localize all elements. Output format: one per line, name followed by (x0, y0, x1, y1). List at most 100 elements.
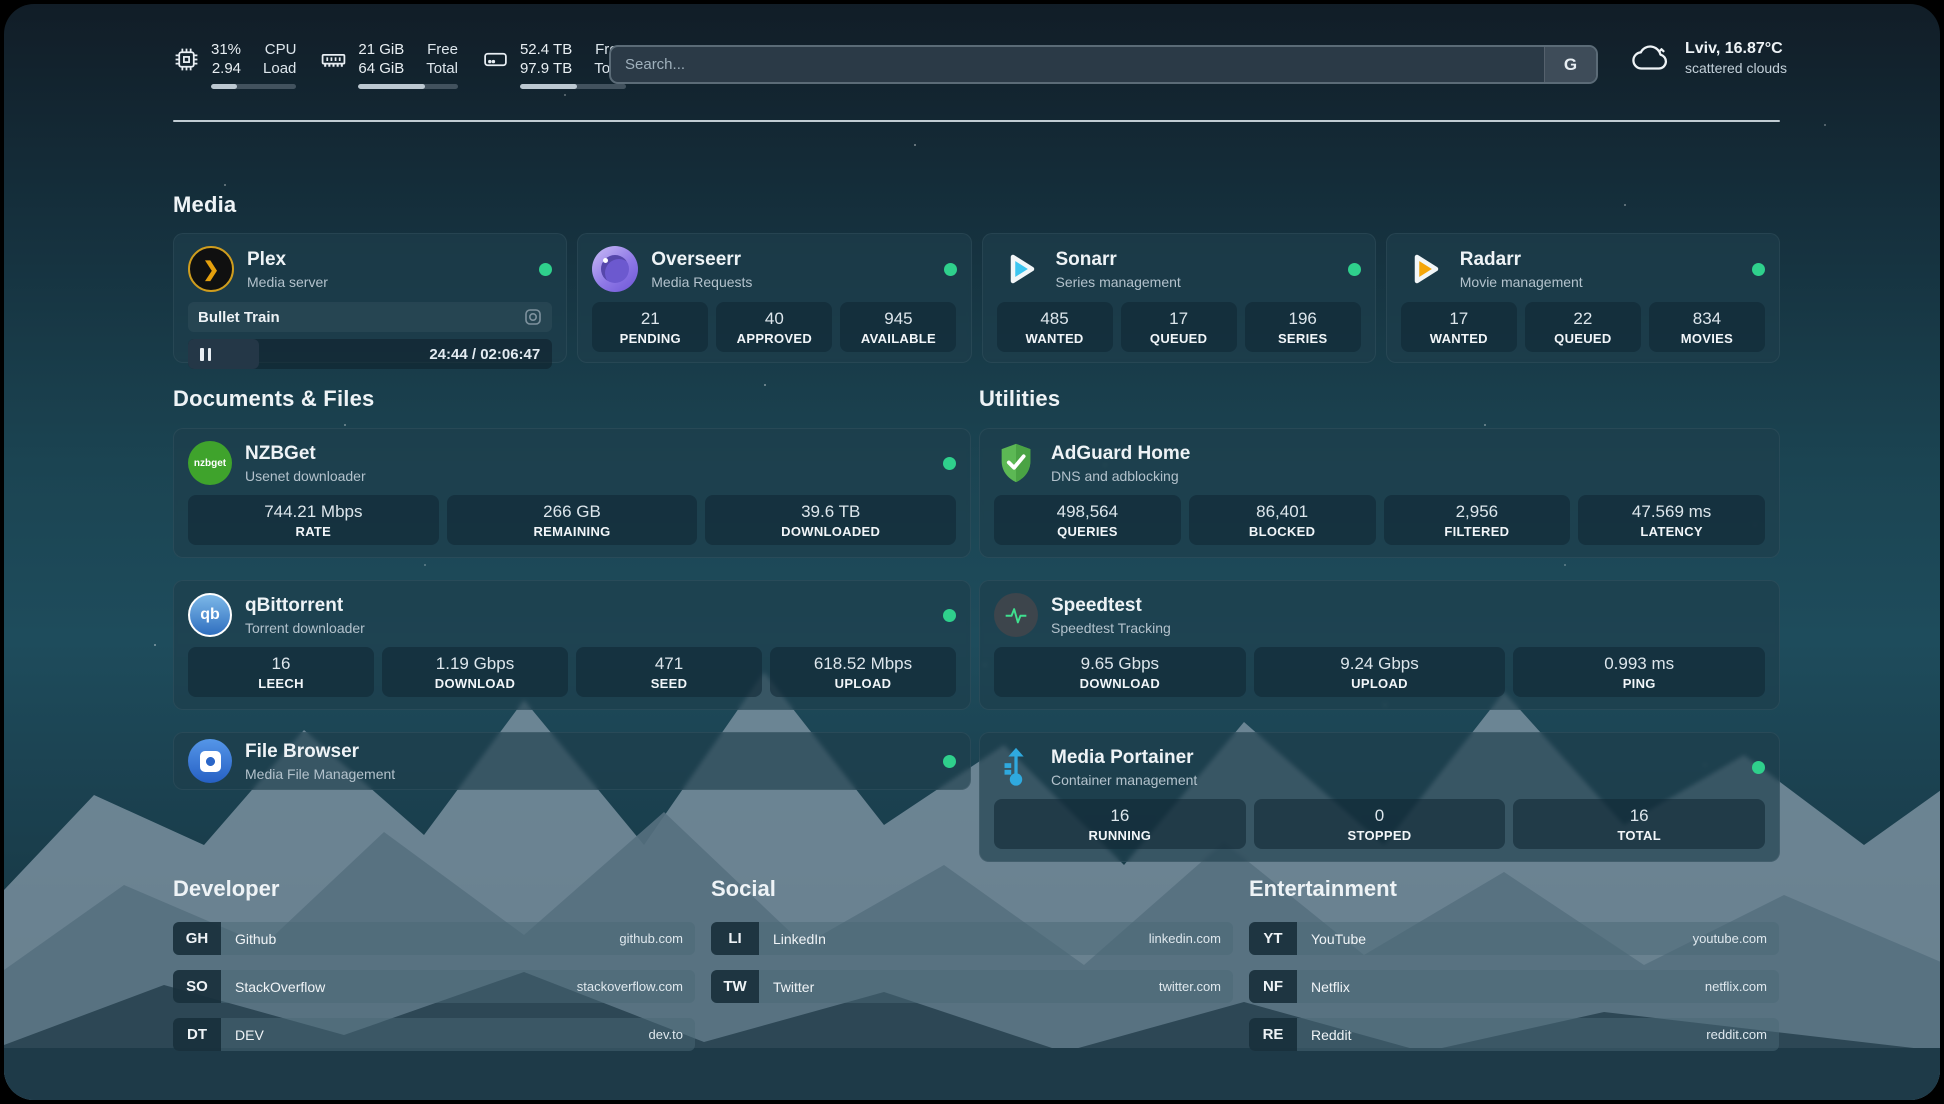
qbittorrent-card[interactable]: qb qBittorrent Torrent downloader 16LEEC… (173, 580, 971, 710)
cpu-value-bottom: 2.94 (211, 59, 241, 78)
app-name: qBittorrent (245, 595, 365, 617)
adguard-icon (994, 441, 1038, 485)
cpu-label-bottom: Load (263, 59, 296, 78)
app-subtitle: Torrent downloader (245, 620, 365, 636)
weather-summary: Lviv, 16.87°C (1685, 40, 1787, 58)
overseerr-card[interactable]: Overseerr Media Requests 21PENDING 40APP… (577, 233, 971, 363)
status-dot (943, 457, 956, 470)
status-dot (539, 263, 552, 276)
social-title: Social (711, 876, 1233, 902)
plex-icon: ❯ (188, 246, 234, 292)
app-subtitle: Speedtest Tracking (1051, 620, 1171, 636)
pause-button[interactable] (198, 348, 213, 361)
playback-progress-bar: 24:44 / 02:06:47 (188, 339, 552, 369)
nzbget-card[interactable]: nzbget NZBGet Usenet downloader 744.21 M… (173, 428, 971, 558)
stat-blocked: 86,401BLOCKED (1189, 495, 1376, 545)
bookmarks-section: Developer GH Github github.com SO StackO… (173, 876, 1780, 1051)
stat-leech: 16LEECH (188, 647, 374, 697)
now-playing-row: Bullet Train (188, 302, 552, 332)
disk-progress-fill (520, 84, 577, 89)
stat-movies: 834MOVIES (1649, 302, 1765, 352)
portainer-icon (994, 745, 1038, 789)
qbittorrent-icon: qb (188, 593, 232, 637)
status-dot (1348, 263, 1361, 276)
memory-stat: 21 GiB 64 GiB Free Total (320, 40, 458, 89)
stat-total: 16TOTAL (1513, 799, 1765, 849)
stat-rate: 744.21 MbpsRATE (188, 495, 439, 545)
cpu-progress-fill (211, 84, 237, 89)
documents-section-title: Documents & Files (173, 386, 374, 412)
stat-available: 945AVAILABLE (840, 302, 956, 352)
app-name: Plex (247, 249, 328, 271)
memory-value-bottom: 64 GiB (358, 59, 404, 78)
stat-download: 9.65 GbpsDOWNLOAD (994, 647, 1246, 697)
filebrowser-icon (188, 739, 232, 783)
radarr-card[interactable]: Radarr Movie management 17WANTED 22QUEUE… (1386, 233, 1780, 363)
status-dot (944, 263, 957, 276)
cpu-icon (173, 46, 200, 73)
app-subtitle: Movie management (1460, 274, 1583, 290)
app-name: NZBGet (245, 443, 366, 465)
bookmark-linkedin[interactable]: LI LinkedIn linkedin.com (711, 922, 1233, 955)
search-input[interactable] (611, 47, 1544, 82)
app-subtitle: DNS and adblocking (1051, 468, 1190, 484)
stat-download: 1.19 GbpsDOWNLOAD (382, 647, 568, 697)
portainer-card[interactable]: Media Portainer Container management 16R… (979, 732, 1780, 862)
app-name: Overseerr (651, 249, 752, 271)
app-subtitle: Media Requests (651, 274, 752, 290)
cpu-value-top: 31% (211, 40, 241, 59)
utilities-section-title: Utilities (979, 386, 1060, 412)
status-dot (943, 755, 956, 768)
search-engine-button[interactable]: G (1544, 47, 1596, 82)
speedtest-icon (994, 593, 1038, 637)
bookmark-twitter[interactable]: TW Twitter twitter.com (711, 970, 1233, 1003)
app-name: Media Portainer (1051, 747, 1197, 769)
bookmark-youtube[interactable]: YT YouTube youtube.com (1249, 922, 1779, 955)
disk-stat: 52.4 TB 97.9 TB Free Total (482, 40, 626, 89)
memory-progress-track (358, 84, 458, 89)
nzbget-icon: nzbget (188, 441, 232, 485)
playback-time: 24:44 / 02:06:47 (429, 346, 540, 363)
app-subtitle: Media File Management (245, 766, 395, 782)
entertainment-title: Entertainment (1249, 876, 1779, 902)
adguard-card[interactable]: AdGuard Home DNS and adblocking 498,564Q… (979, 428, 1780, 558)
bookmark-stackoverflow[interactable]: SO StackOverflow stackoverflow.com (173, 970, 695, 1003)
bookmark-netflix[interactable]: NF Netflix netflix.com (1249, 970, 1779, 1003)
search-bar: G (609, 45, 1598, 84)
app-name: Radarr (1460, 249, 1583, 271)
filebrowser-card[interactable]: File Browser Media File Management (173, 732, 971, 790)
entertainment-column: Entertainment YT YouTube youtube.com NF … (1249, 876, 1779, 1051)
now-playing-icon[interactable] (524, 308, 542, 326)
stat-queued: 22QUEUED (1525, 302, 1641, 352)
stat-ping: 0.993 msPING (1513, 647, 1765, 697)
stat-filtered: 2,956FILTERED (1384, 495, 1571, 545)
developer-title: Developer (173, 876, 695, 902)
app-subtitle: Media server (247, 274, 328, 290)
stat-running: 16RUNNING (994, 799, 1246, 849)
media-section-title: Media (173, 192, 236, 218)
disk-value-bottom: 97.9 TB (520, 59, 572, 78)
overseerr-icon (592, 246, 638, 292)
disk-value-top: 52.4 TB (520, 40, 572, 59)
app-name: Sonarr (1056, 249, 1181, 271)
session-title: Bullet Train (198, 309, 280, 326)
speedtest-card[interactable]: Speedtest Speedtest Tracking 9.65 GbpsDO… (979, 580, 1780, 710)
memory-value-top: 21 GiB (358, 40, 404, 59)
stat-queued: 17QUEUED (1121, 302, 1237, 352)
sonarr-card[interactable]: Sonarr Series management 485WANTED 17QUE… (982, 233, 1376, 363)
sonarr-icon (997, 246, 1043, 292)
stat-upload: 9.24 GbpsUPLOAD (1254, 647, 1506, 697)
bookmark-github[interactable]: GH Github github.com (173, 922, 695, 955)
disk-progress-track (520, 84, 626, 89)
system-stats: 31% 2.94 CPU Load 21 GiB 64 GiB (173, 40, 626, 89)
stat-pending: 21PENDING (592, 302, 708, 352)
plex-card[interactable]: ❯ Plex Media server Bullet Train 24:44 /… (173, 233, 567, 363)
bookmark-reddit[interactable]: RE Reddit reddit.com (1249, 1018, 1779, 1051)
memory-label-bottom: Total (426, 59, 458, 78)
stat-queries: 498,564QUERIES (994, 495, 1181, 545)
bookmark-dev[interactable]: DT DEV dev.to (173, 1018, 695, 1051)
status-dot (943, 609, 956, 622)
stat-upload: 618.52 MbpsUPLOAD (770, 647, 956, 697)
stat-stopped: 0STOPPED (1254, 799, 1506, 849)
app-name: AdGuard Home (1051, 443, 1190, 465)
